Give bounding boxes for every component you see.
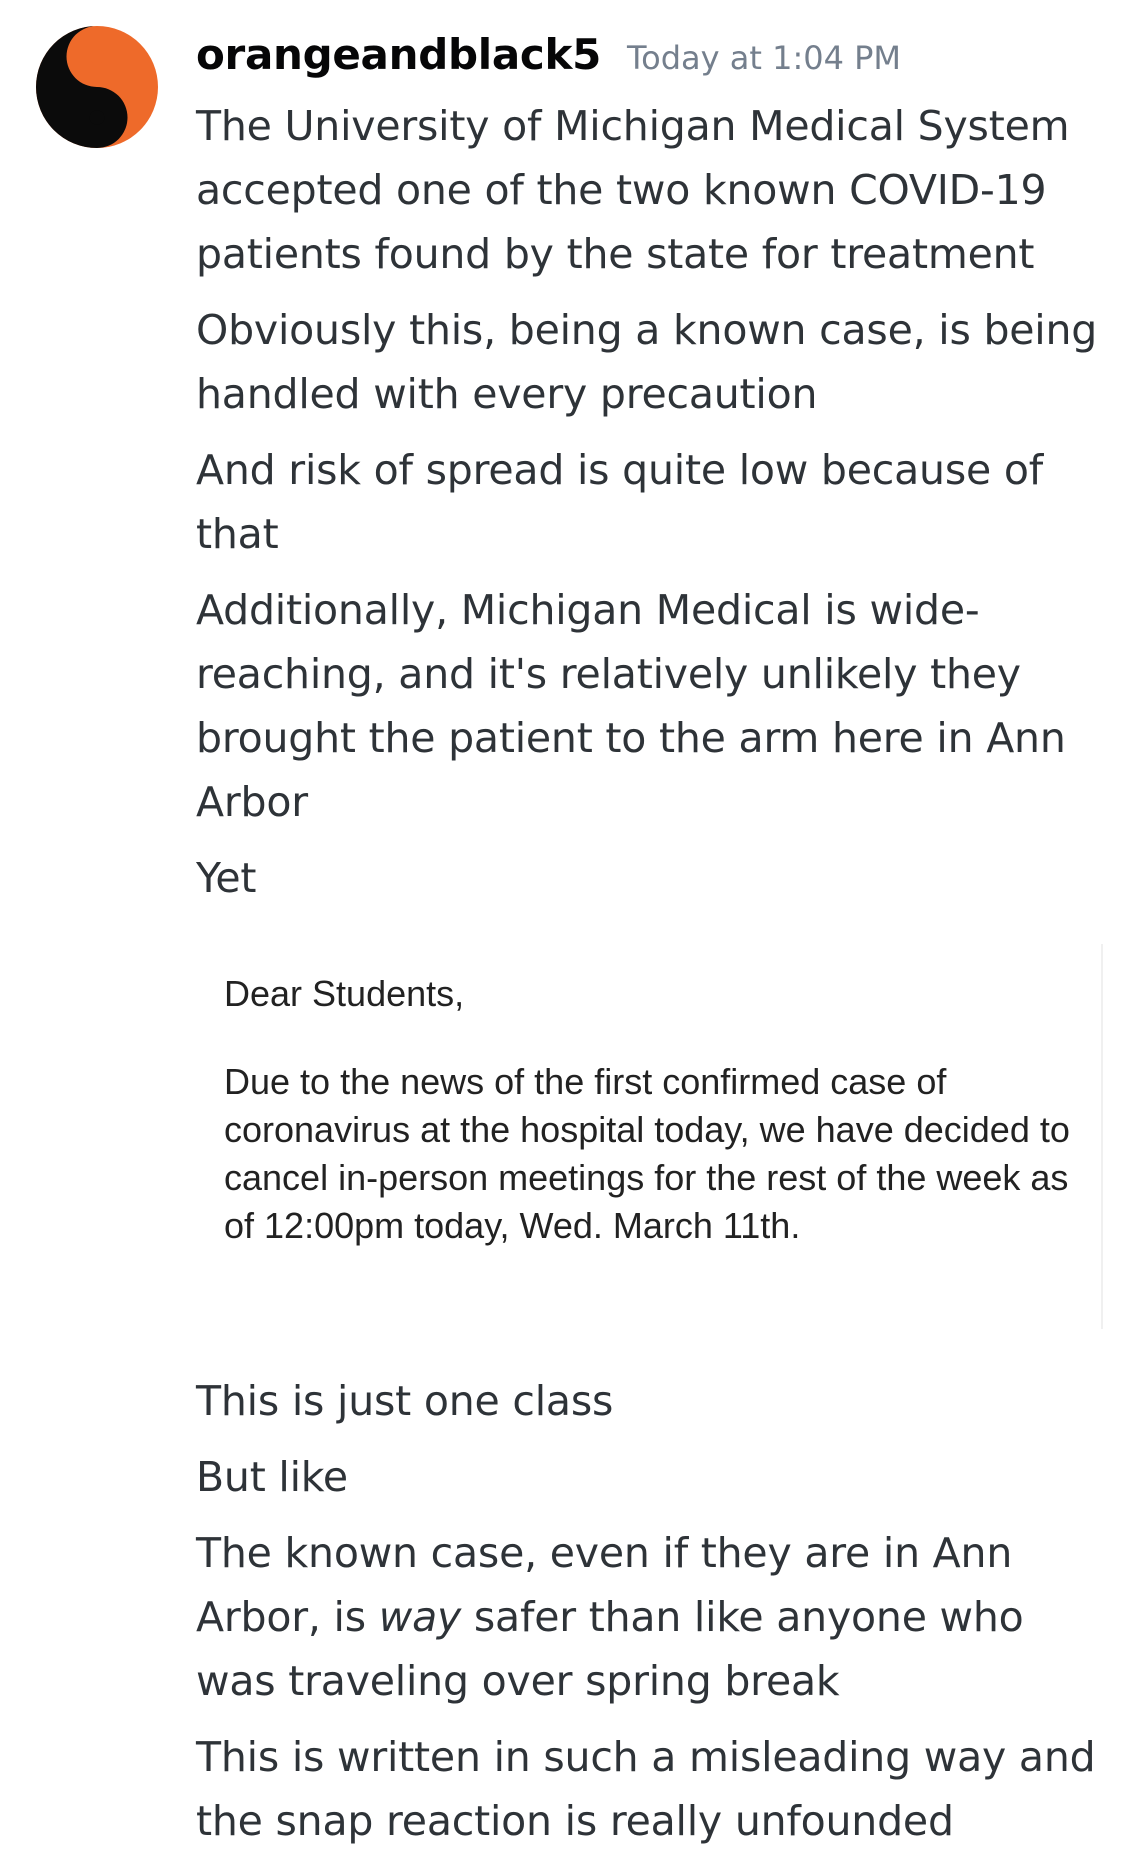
message-line-italic: The known case, even if they are in Ann …	[196, 1521, 1111, 1713]
letter-greeting: Dear Students,	[224, 973, 465, 1014]
message-line: This is just one class	[196, 1377, 614, 1425]
image-attachment[interactable]: Dear Students, Due to the news of the fi…	[196, 944, 1103, 1329]
yin-yang-icon	[36, 26, 158, 148]
chat-message: orangeandblack5 Today at 1:04 PM The Uni…	[0, 0, 1125, 1845]
message-content: The University of Michigan Medical Syste…	[196, 94, 1111, 1865]
message-header: orangeandblack5 Today at 1:04 PM	[196, 30, 901, 94]
username[interactable]: orangeandblack5	[196, 30, 601, 79]
letter-body: Due to the news of the first confirmed c…	[224, 1061, 1070, 1246]
timestamp[interactable]: Today at 1:04 PM	[627, 39, 901, 77]
message-line: This is written in such a misleading way…	[196, 1733, 1096, 1845]
avatar[interactable]	[36, 26, 158, 148]
message-line: And risk of spread is quite low because …	[196, 446, 1043, 558]
message-line: Obviously this, being a known case, is b…	[196, 306, 1098, 418]
message-line: But like	[196, 1453, 348, 1501]
emphasis-text: way	[378, 1593, 462, 1641]
message-line: Additionally, Michigan Medical is wide-r…	[196, 586, 1066, 826]
attachment-letter: Dear Students, Due to the news of the fi…	[224, 970, 1084, 1250]
message-line: The University of Michigan Medical Syste…	[196, 102, 1070, 278]
message-line: Yet	[196, 854, 257, 902]
